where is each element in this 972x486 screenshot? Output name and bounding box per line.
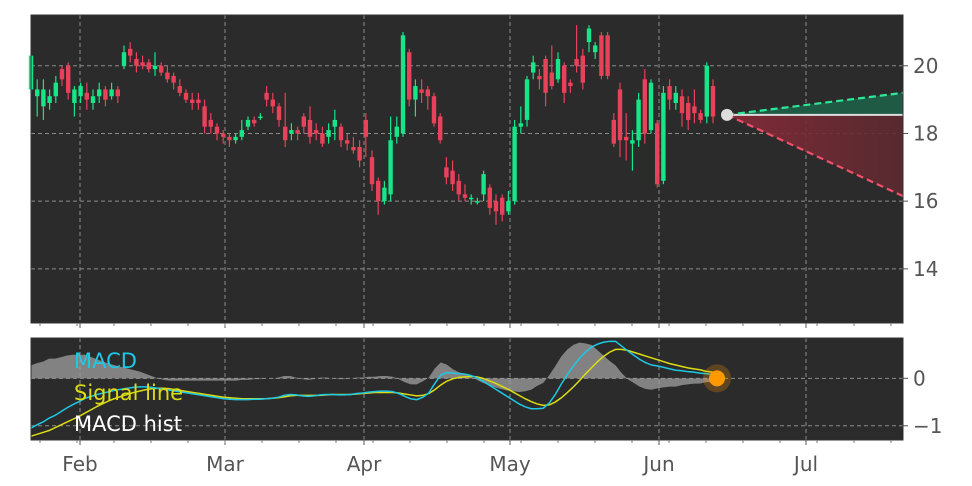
candle xyxy=(661,86,666,185)
candle xyxy=(512,119,517,205)
candle xyxy=(599,31,604,80)
price-tick-label: 18 xyxy=(913,121,938,145)
candle xyxy=(407,48,412,107)
x-tick-label: Jun xyxy=(641,452,674,476)
candle xyxy=(655,119,660,188)
candle xyxy=(400,31,406,137)
price-plot-area xyxy=(31,15,903,323)
legend-entry: Signal line xyxy=(74,381,183,405)
x-tick-label: May xyxy=(489,452,531,476)
x-tick-label: Mar xyxy=(206,452,245,476)
candle xyxy=(636,92,641,147)
candle xyxy=(704,62,709,124)
candle xyxy=(524,75,530,127)
candle xyxy=(438,113,443,144)
candle xyxy=(642,69,647,144)
legend-entry: MACD xyxy=(74,349,137,373)
candle xyxy=(605,31,610,80)
price-tick-label: 14 xyxy=(913,257,938,281)
x-tick-label: Jul xyxy=(792,452,818,476)
price-panel: 14 16 18 20 xyxy=(28,14,938,324)
macd-panel: −1 0 MACD Signal line MACD hist xyxy=(30,337,942,441)
macd-end-marker xyxy=(709,370,725,387)
macd-tick-label: 0 xyxy=(913,366,926,390)
price-tick-label: 20 xyxy=(913,54,938,78)
legend-entry: MACD hist xyxy=(74,412,182,436)
last-price-marker xyxy=(721,108,733,121)
x-tick-label: Apr xyxy=(347,452,382,476)
macd-tick-label: −1 xyxy=(913,414,942,438)
candle xyxy=(431,92,437,127)
stock-chart: 14 16 18 20 −1 0 MACD Signal line MACD hist Feb… xyxy=(28,14,942,476)
candle xyxy=(648,79,654,134)
price-tick-label: 16 xyxy=(913,189,938,213)
x-tick-label: Feb xyxy=(62,452,97,476)
